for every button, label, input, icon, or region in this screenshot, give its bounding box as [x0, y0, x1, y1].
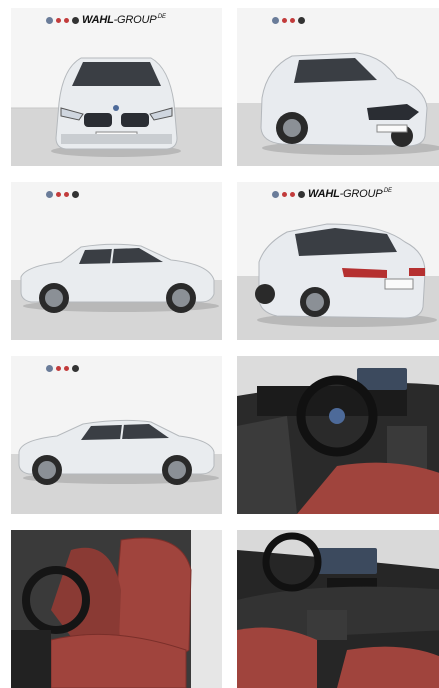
photo-side-right[interactable]	[11, 182, 222, 340]
car-side-left-image	[11, 356, 222, 514]
photo-front-three-quarter[interactable]	[237, 8, 439, 166]
photo-gallery: WAHL-GROUP.DE WAHL-GROUP.DE	[0, 0, 439, 688]
photo-interior-cockpit[interactable]	[237, 356, 439, 514]
car-rear-quarter-image	[237, 182, 439, 340]
photo-rear-three-quarter[interactable]: WAHL-GROUP.DE	[237, 182, 439, 340]
car-side-image	[11, 182, 222, 340]
photo-side-left[interactable]	[11, 356, 222, 514]
photo-front[interactable]: WAHL-GROUP.DE	[11, 8, 222, 166]
interior-cockpit-image	[237, 356, 439, 514]
photo-interior-seat[interactable]	[11, 530, 222, 688]
interior-seat-image	[11, 530, 222, 688]
interior-dashboard-image	[237, 530, 439, 688]
photo-interior-dashboard[interactable]	[237, 530, 439, 688]
car-front-image	[11, 8, 222, 166]
car-front-quarter-image	[237, 8, 439, 166]
